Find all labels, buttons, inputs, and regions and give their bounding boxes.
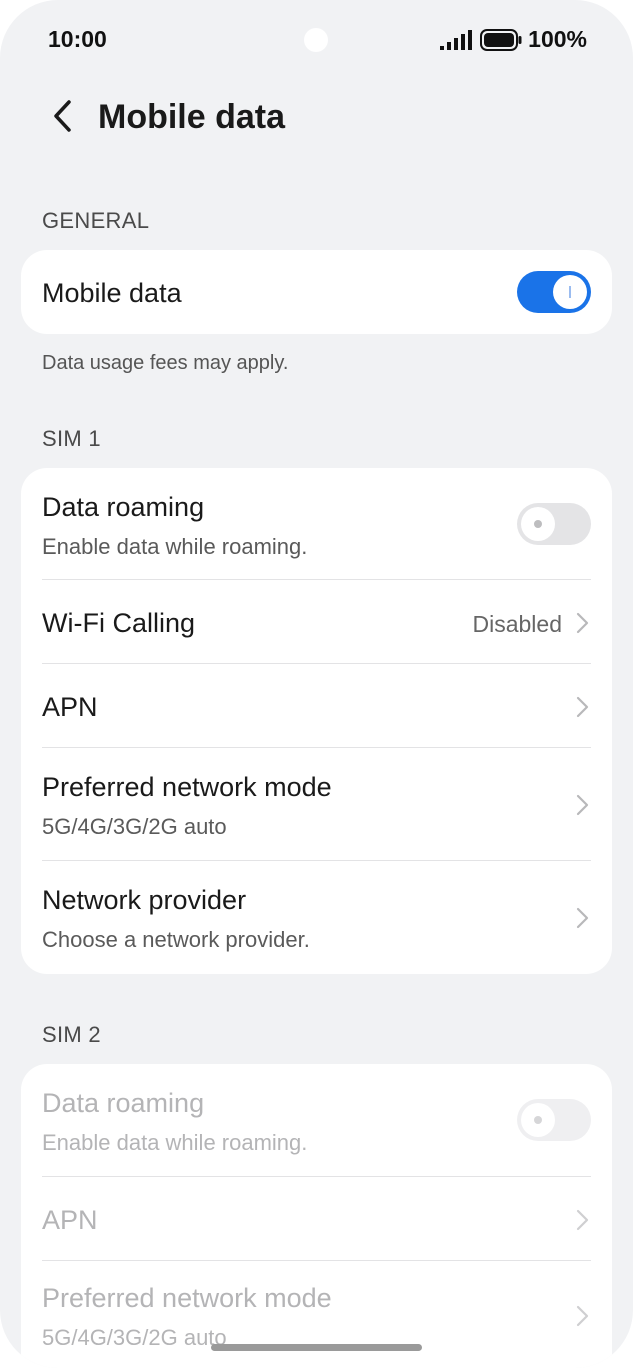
chevron-right-icon <box>574 793 590 817</box>
row-sim1-apn[interactable]: APN <box>21 664 612 748</box>
sim2-network-mode-label: Preferred network mode <box>42 1283 332 1313</box>
sim2-data-roaming-subtitle: Enable data while roaming. <box>42 1130 308 1155</box>
toggle-knob <box>553 275 587 309</box>
sim1-data-roaming-label: Data roaming <box>42 492 205 522</box>
row-mobile-data[interactable]: Mobile data <box>21 250 612 334</box>
section-label-sim1: SIM 1 <box>42 426 101 451</box>
card-sim2: Data roaming Enable data while roaming. … <box>21 1064 612 1368</box>
home-indicator[interactable] <box>211 1344 422 1351</box>
wifi-calling-value: Disabled <box>472 611 563 637</box>
section-label-sim2: SIM 2 <box>42 1022 101 1047</box>
status-indicators: 100% <box>440 26 587 53</box>
battery-percent: 100% <box>528 26 587 52</box>
sim2-data-roaming-label: Data roaming <box>42 1088 205 1118</box>
row-sim1-preferred-network-mode[interactable]: Preferred network mode 5G/4G/3G/2G auto <box>21 748 612 861</box>
chevron-right-icon <box>574 611 590 635</box>
chevron-right-icon <box>574 695 590 719</box>
chevron-left-icon <box>51 99 73 138</box>
chevron-right-icon <box>574 906 590 930</box>
row-sim1-wifi-calling[interactable]: Wi-Fi Calling Disabled <box>21 580 612 664</box>
sim1-data-roaming-toggle[interactable] <box>517 503 591 545</box>
row-sim1-network-provider[interactable]: Network provider Choose a network provid… <box>21 861 612 974</box>
mobile-data-label: Mobile data <box>42 278 182 308</box>
toggle-knob <box>521 1103 555 1137</box>
battery-icon <box>480 28 522 51</box>
row-sim1-data-roaming[interactable]: Data roaming Enable data while roaming. <box>21 468 612 580</box>
data-fees-note: Data usage fees may apply. <box>42 352 289 374</box>
card-general: Mobile data <box>21 250 612 334</box>
row-sim2-data-roaming[interactable]: Data roaming Enable data while roaming. <box>21 1064 612 1177</box>
header: Mobile data <box>0 88 633 148</box>
row-sim2-preferred-network-mode[interactable]: Preferred network mode 5G/4G/3G/2G auto <box>21 1261 612 1368</box>
sim1-data-roaming-subtitle: Enable data while roaming. <box>42 534 308 559</box>
network-provider-label: Network provider <box>42 885 247 915</box>
row-sim2-apn[interactable]: APN <box>21 1177 612 1261</box>
sim2-data-roaming-toggle[interactable] <box>517 1099 591 1141</box>
sim2-network-mode-value: 5G/4G/3G/2G auto <box>42 1325 227 1350</box>
toggle-knob <box>521 507 555 541</box>
sim1-network-mode-label: Preferred network mode <box>42 772 332 802</box>
signal-icon <box>440 29 474 50</box>
mobile-data-toggle[interactable] <box>517 271 591 313</box>
card-sim1: Data roaming Enable data while roaming. … <box>21 468 612 974</box>
sim1-apn-label: APN <box>42 692 98 722</box>
chevron-right-icon <box>574 1208 590 1232</box>
sim2-apn-label: APN <box>42 1205 98 1235</box>
status-time: 10:00 <box>48 26 107 52</box>
page-title: Mobile data <box>98 98 286 136</box>
back-button[interactable] <box>40 94 84 142</box>
wifi-calling-label: Wi-Fi Calling <box>42 608 196 638</box>
sim1-network-mode-value: 5G/4G/3G/2G auto <box>42 814 227 839</box>
camera-cutout <box>304 28 328 52</box>
phone-screen: 10:00 100% Mobile data GENERAL Mobile da… <box>0 0 633 1368</box>
section-label-general: GENERAL <box>42 208 150 233</box>
network-provider-subtitle: Choose a network provider. <box>42 927 310 952</box>
status-bar: 10:00 100% <box>0 0 633 80</box>
chevron-right-icon <box>574 1304 590 1328</box>
